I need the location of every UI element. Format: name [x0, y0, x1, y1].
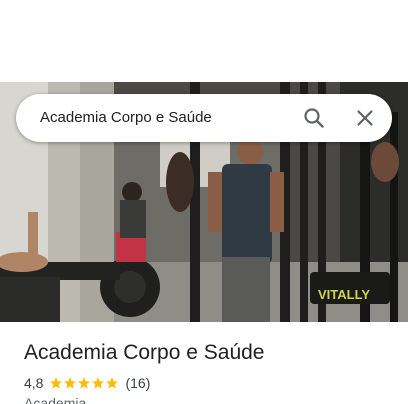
rating-value: 4,8	[24, 375, 44, 391]
star-icon	[78, 377, 91, 389]
close-icon[interactable]	[353, 106, 377, 130]
star-icon	[106, 377, 119, 389]
top-blank-area	[0, 0, 408, 82]
search-icon[interactable]	[302, 106, 326, 130]
star-rating	[49, 376, 119, 390]
place-title: Academia Corpo e Saúde	[24, 341, 265, 364]
rating-row[interactable]: 4,8 (16)	[24, 374, 150, 392]
review-count[interactable]: (16)	[125, 374, 150, 392]
place-category: Academia	[24, 395, 87, 404]
star-icon	[64, 377, 77, 389]
star-icon	[50, 377, 63, 389]
search-input[interactable]: Academia Corpo e Saúde	[40, 94, 212, 142]
photo-sign-text: VITALLY	[318, 287, 370, 302]
search-bar[interactable]: Academia Corpo e Saúde	[16, 94, 392, 142]
star-icon	[92, 377, 105, 389]
